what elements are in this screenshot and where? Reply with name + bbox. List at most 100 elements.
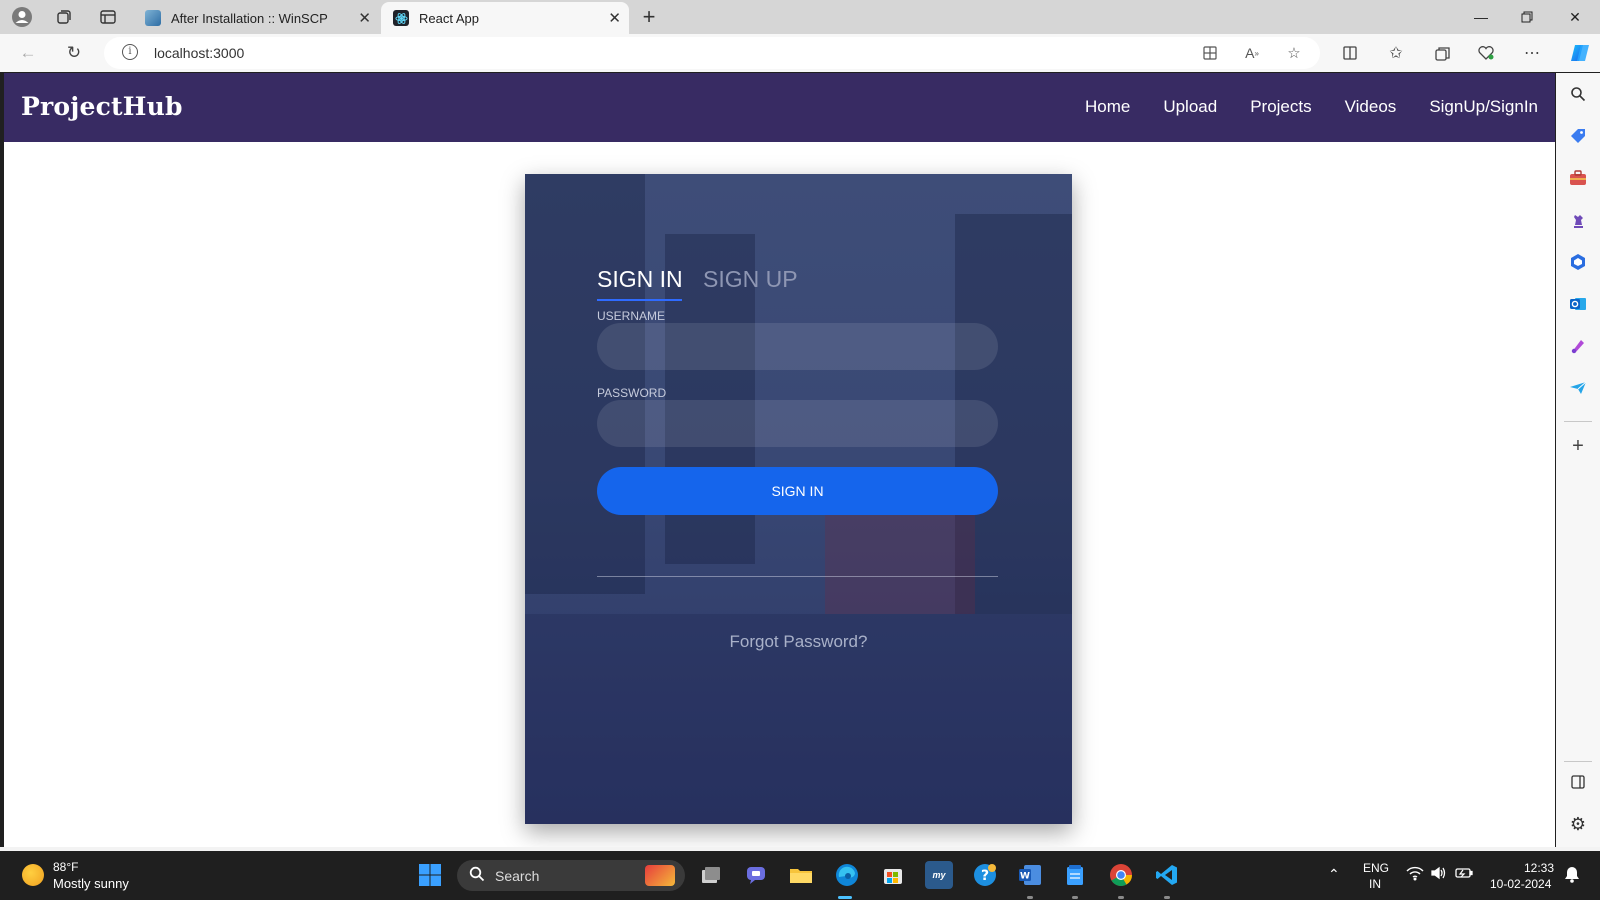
restore-icon[interactable] [1504,0,1550,34]
nav-projects-link[interactable]: Projects [1250,97,1311,117]
svg-text:W: W [1020,872,1030,882]
password-input[interactable] [597,400,998,447]
language-line-2[interactable]: IN [1369,877,1381,891]
nav-home-link[interactable]: Home [1085,97,1130,117]
username-input[interactable] [597,323,998,370]
login-card: SIGN IN SIGN UP USERNAME PASSWORD SIGN I… [525,174,1072,824]
designer-icon[interactable] [1567,335,1589,357]
clock-time[interactable]: 12:33 [1524,861,1554,875]
mysql-workbench-icon[interactable]: my [925,861,953,889]
wifi-icon[interactable] [1406,865,1424,884]
minimize-icon[interactable]: — [1458,0,1504,34]
signin-button[interactable]: SIGN IN [597,467,998,515]
url-text: localhost:3000 [154,45,245,61]
tab-actions-icon[interactable] [94,4,122,30]
profile-icon[interactable] [8,4,36,30]
nav-videos-link[interactable]: Videos [1345,97,1397,117]
open-app-indicator [1164,896,1170,899]
volume-icon[interactable] [1430,865,1448,884]
sidebar-divider [1564,421,1592,422]
close-tab-icon[interactable]: ✕ [608,9,621,27]
site-info-icon[interactable]: i [122,44,138,60]
sidebar-divider [1564,761,1592,762]
browser-tab-strip: After Installation :: WinSCP ✕ React App… [0,0,1600,34]
language-line-1[interactable]: ENG [1363,861,1389,875]
vscode-icon[interactable] [1153,861,1181,889]
notifications-bell-icon[interactable] [1564,865,1580,886]
app-navbar: ProjectHub Home Upload Projects Videos S… [4,73,1555,142]
settings-gear-icon[interactable]: ⚙ [1567,813,1589,835]
nav-upload-link[interactable]: Upload [1163,97,1217,117]
edge-browser-icon[interactable] [833,861,861,889]
search-icon[interactable] [1567,83,1589,105]
username-label: USERNAME [597,309,666,323]
back-icon[interactable]: ← [14,40,42,66]
windows-taskbar: 88°F Mostly sunny Search my ? W ⌃ ENG IN… [0,851,1600,900]
clock-date[interactable]: 10-02-2024 [1490,877,1551,891]
weather-description[interactable]: Mostly sunny [53,876,129,891]
tools-briefcase-icon[interactable] [1567,167,1589,189]
password-label: PASSWORD [597,386,667,400]
open-app-indicator [1027,896,1033,899]
teams-chat-icon[interactable] [742,861,770,889]
show-hidden-icons-icon[interactable]: ⌃ [1328,866,1340,883]
search-placeholder: Search [495,868,540,884]
add-sidebar-app-icon[interactable]: + [1567,435,1589,457]
tab-signin[interactable]: SIGN IN [597,266,683,293]
react-favicon-icon [393,10,409,26]
copilot-icon[interactable] [1566,40,1594,66]
forgot-password-link[interactable]: Forgot Password? [525,632,1072,652]
refresh-icon[interactable]: ↻ [60,40,88,66]
open-app-indicator [1072,896,1078,899]
open-app-indicator [1118,896,1124,899]
close-tab-icon[interactable]: ✕ [358,9,371,27]
chrome-icon[interactable] [1107,861,1135,889]
edge-sidebar: + ⚙ [1556,73,1600,847]
task-view-icon[interactable] [697,861,725,889]
tab-title: React App [419,10,479,26]
split-screen-icon[interactable] [1336,40,1364,66]
tab-title: After Installation :: WinSCP [171,10,328,26]
winscp-favicon-icon [145,10,161,26]
tab-signup[interactable]: SIGN UP [703,266,798,293]
search-highlight-icon [645,865,675,886]
active-tab-underline [597,299,682,301]
read-aloud-icon[interactable]: A» [1242,44,1262,62]
app-available-icon[interactable] [1200,44,1220,62]
more-options-icon[interactable]: ⋯ [1518,40,1546,66]
hide-sidebar-icon[interactable] [1567,771,1589,793]
microsoft-365-icon[interactable] [1567,251,1589,273]
collections-icon[interactable] [1428,40,1456,66]
workspaces-icon[interactable] [50,4,78,30]
weather-sun-icon[interactable] [22,864,44,886]
file-explorer-icon[interactable] [787,861,815,889]
favorites-icon[interactable]: ✩ [1382,40,1410,66]
tab-react-app[interactable]: React App ✕ [381,2,629,34]
start-windows-icon[interactable] [416,861,444,889]
login-form: SIGN IN SIGN UP USERNAME PASSWORD SIGN I… [525,174,1072,824]
favorite-star-icon[interactable]: ☆ [1284,44,1304,62]
address-input[interactable]: i localhost:3000 A» ☆ [104,37,1320,69]
address-bar-row: ← ↻ i localhost:3000 A» ☆ ✩ ⋯ [0,34,1600,72]
close-window-icon[interactable]: ✕ [1552,0,1598,34]
active-app-indicator [838,896,852,899]
brand-logo[interactable]: ProjectHub [21,92,183,121]
weather-temperature[interactable]: 88°F [53,860,78,874]
notepad-icon[interactable] [1061,861,1089,889]
help-app-icon[interactable]: ? [971,861,999,889]
new-tab-icon[interactable]: + [635,4,663,30]
word-icon[interactable]: W [1016,861,1044,889]
taskbar-search-input[interactable]: Search [457,860,685,891]
microsoft-store-icon[interactable] [879,861,907,889]
page-viewport: ProjectHub Home Upload Projects Videos S… [4,73,1555,847]
nav-signup-signin-link[interactable]: SignUp/SignIn [1429,97,1538,117]
divider [597,576,998,577]
search-icon [469,866,485,887]
browser-essentials-icon[interactable] [1472,40,1500,66]
shopping-tag-icon[interactable] [1567,125,1589,147]
outlook-icon[interactable] [1567,293,1589,315]
battery-icon[interactable] [1455,866,1473,883]
drop-send-icon[interactable] [1567,377,1589,399]
tab-winscp[interactable]: After Installation :: WinSCP ✕ [133,2,379,34]
games-chess-icon[interactable] [1567,209,1589,231]
